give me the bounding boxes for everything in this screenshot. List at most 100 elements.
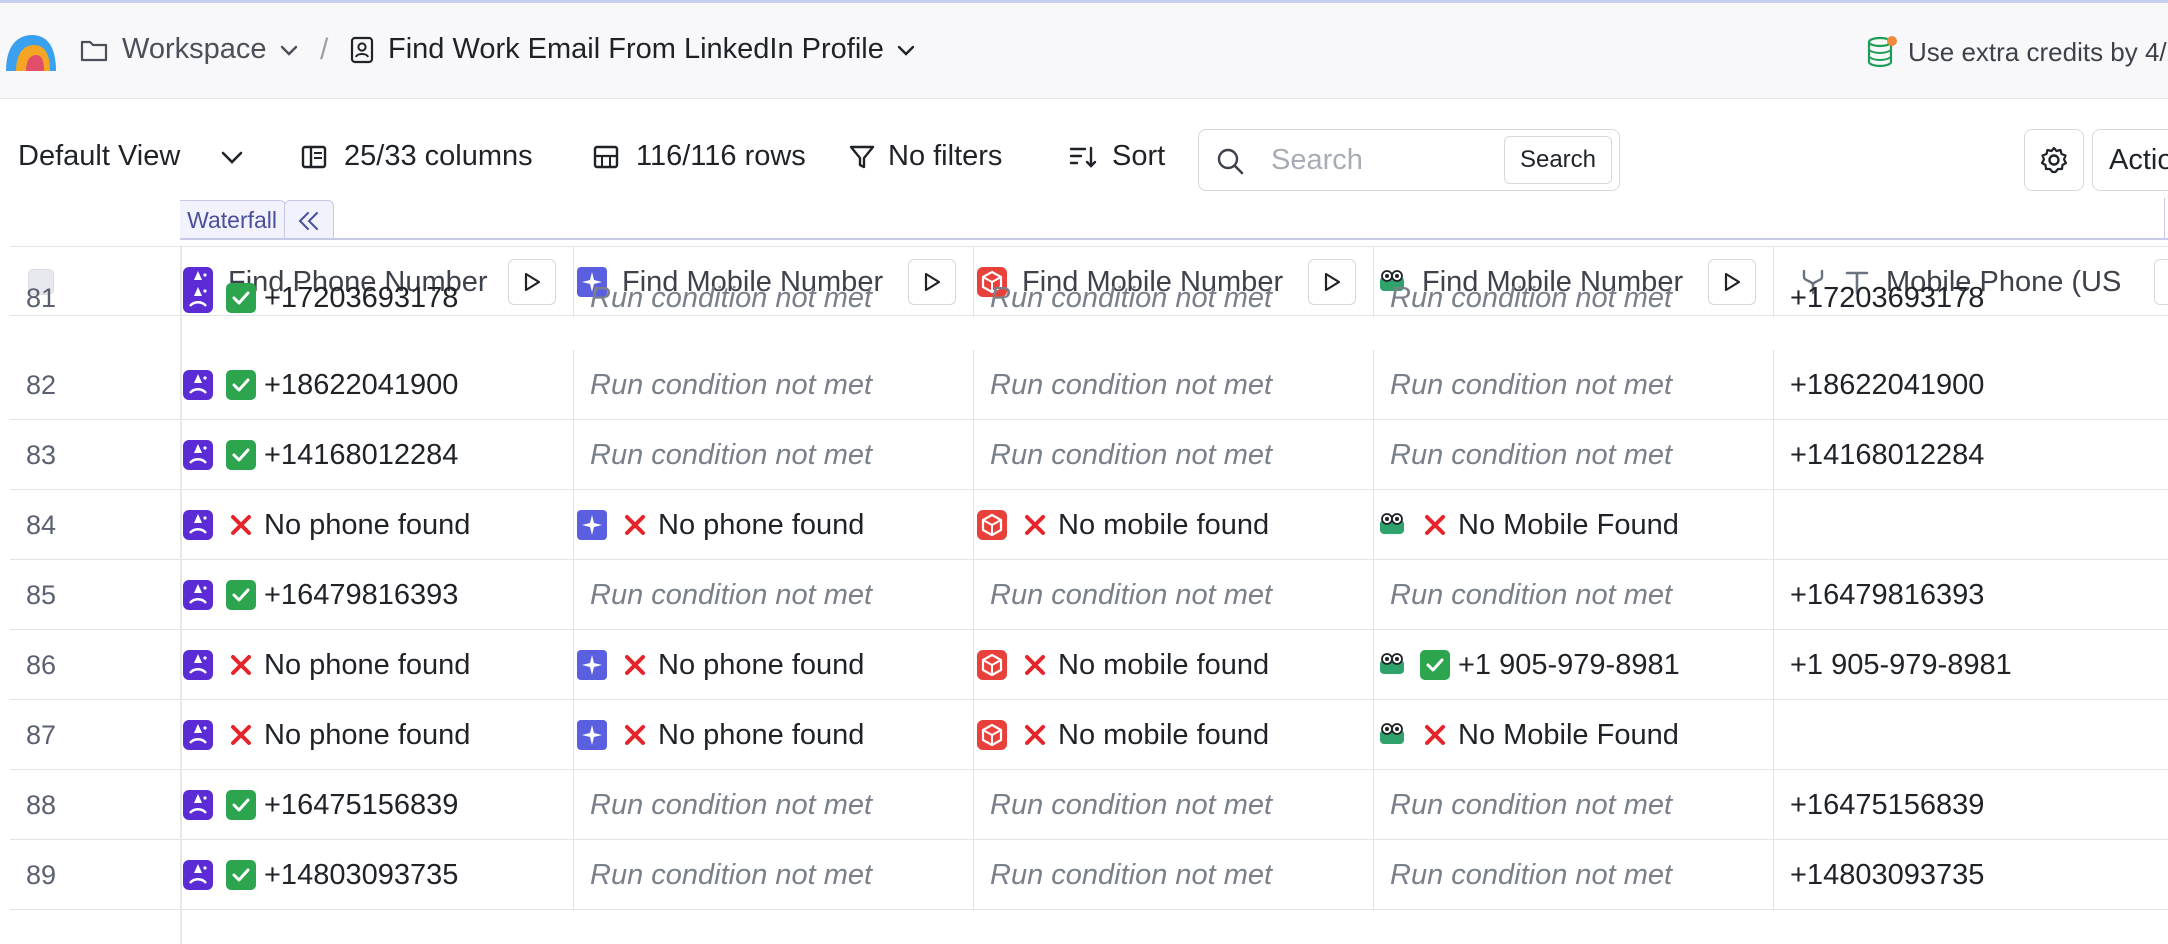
breadcrumb-separator: / <box>320 33 329 66</box>
cell-run-condition[interactable]: Run condition not met <box>974 840 1374 910</box>
check-icon <box>226 860 256 890</box>
table-row[interactable]: 89 +14803093735 Run condition not met Run … <box>10 840 2168 910</box>
cell-enrichment[interactable]: No phone found <box>180 490 574 560</box>
cell-mobile-phone[interactable] <box>1774 490 2168 560</box>
cell-enrichment[interactable]: +14168012284 <box>180 420 574 490</box>
wizard-icon <box>183 580 213 610</box>
cell-mobile-phone[interactable]: +14168012284 <box>1774 420 2168 490</box>
cell-run-condition[interactable]: Run condition not met <box>574 560 974 630</box>
cell-mobile-phone[interactable]: +16479816393 <box>1774 560 2168 630</box>
cell-enrichment[interactable]: +16479816393 <box>180 560 574 630</box>
cell-muted-text: Run condition not met <box>990 368 1273 401</box>
actions-button[interactable]: Actio <box>2092 129 2168 191</box>
cell-enrichment[interactable]: +14803093735 <box>180 840 574 910</box>
chevron-down-icon <box>221 151 243 164</box>
cell-enrichment[interactable]: No phone found <box>574 700 974 770</box>
cell-mobile-phone[interactable]: +14803093735 <box>1774 840 2168 910</box>
cell-enrichment[interactable]: No mobile found <box>974 490 1374 560</box>
columns-count: 25/33 columns <box>344 140 533 172</box>
cell-value: No phone found <box>658 648 865 681</box>
cube-icon <box>977 720 1007 750</box>
cell-enrichment[interactable]: +1 905-979-8981 <box>1374 630 1774 700</box>
cell-enrichment[interactable]: No Mobile Found <box>1374 700 1774 770</box>
search-button[interactable]: Search <box>1504 136 1612 184</box>
cell-run-condition[interactable]: Run condition not met <box>1374 420 1774 490</box>
wizard-icon <box>183 283 213 313</box>
cell-run-condition[interactable]: Run condition not met <box>974 560 1374 630</box>
top-bar: Workspace / Find Work Email From LinkedI… <box>0 3 2168 99</box>
cell-value: +18622041900 <box>1790 368 1985 401</box>
table-row[interactable]: 84 No phone found No phone found No mobi… <box>10 490 2168 560</box>
robot-icon <box>1380 513 1404 534</box>
rows-count: 116/116 rows <box>636 140 806 172</box>
cell-run-condition[interactable]: Run condition not met <box>574 770 974 840</box>
sort-button[interactable]: Sort <box>1068 140 1165 173</box>
breadcrumb-table[interactable]: Find Work Email From LinkedIn Profile <box>350 33 916 66</box>
table-row[interactable]: 81 +17203693178 Run condition not met Run … <box>10 280 2168 316</box>
cell-run-condition[interactable]: Run condition not met <box>574 280 974 316</box>
cell-run-condition[interactable]: Run condition not met <box>574 840 974 910</box>
table-row[interactable]: 83 +14168012284 Run condition not met Run … <box>10 420 2168 490</box>
columns-button[interactable]: 25/33 columns <box>300 140 533 173</box>
app-logo <box>6 35 56 71</box>
wizard-icon <box>183 370 213 400</box>
chevrons-left-icon <box>298 211 318 230</box>
cell-enrichment[interactable]: No phone found <box>180 630 574 700</box>
cell-enrichment[interactable]: +16475156839 <box>180 770 574 840</box>
wizard-icon <box>183 720 213 750</box>
cell-mobile-phone[interactable]: +16475156839 <box>1774 770 2168 840</box>
cell-enrichment[interactable]: +17203693178 <box>180 280 574 316</box>
folder-icon <box>80 40 108 61</box>
cell-enrichment[interactable]: No Mobile Found <box>1374 490 1774 560</box>
cell-enrichment[interactable]: No phone found <box>180 700 574 770</box>
cell-run-condition[interactable]: Run condition not met <box>974 770 1374 840</box>
cell-value: +1 905-979-8981 <box>1458 648 1680 681</box>
cell-value: +1 905-979-8981 <box>1790 648 2012 681</box>
cell-run-condition[interactable]: Run condition not met <box>574 350 974 420</box>
search-input[interactable] <box>1271 142 1491 178</box>
cell-mobile-phone[interactable] <box>1774 700 2168 770</box>
settings-button[interactable] <box>2024 129 2084 191</box>
cell-value: No phone found <box>658 508 865 541</box>
cell-value: No phone found <box>264 648 471 681</box>
cell-run-condition[interactable]: Run condition not met <box>1374 560 1774 630</box>
cell-enrichment[interactable]: No mobile found <box>974 700 1374 770</box>
cell-run-condition[interactable]: Run condition not met <box>1374 350 1774 420</box>
cell-enrichment[interactable]: No mobile found <box>974 630 1374 700</box>
cell-run-condition[interactable]: Run condition not met <box>974 420 1374 490</box>
cell-run-condition[interactable]: Run condition not met <box>974 350 1374 420</box>
breadcrumb-workspace[interactable]: Workspace <box>80 33 299 66</box>
cell-value: +16479816393 <box>264 578 459 611</box>
view-selector[interactable]: Default View <box>18 140 244 173</box>
cell-enrichment[interactable]: No phone found <box>574 630 974 700</box>
table-row[interactable]: 82 +18622041900 Run condition not met Run … <box>10 350 2168 420</box>
check-icon <box>226 790 256 820</box>
cell-mobile-phone[interactable]: +1 905-979-8981 <box>1774 630 2168 700</box>
cell-enrichment[interactable]: +18622041900 <box>180 350 574 420</box>
cell-mobile-phone[interactable]: +18622041900 <box>1774 350 2168 420</box>
cell-mobile-phone[interactable]: +17203693178 <box>1774 280 2168 316</box>
table-row[interactable]: 88 +16475156839 Run condition not met Run … <box>10 770 2168 840</box>
filters-button[interactable]: No filters <box>848 140 1002 173</box>
collapse-group-button[interactable] <box>284 200 334 240</box>
cell-run-condition[interactable]: Run condition not met <box>1374 840 1774 910</box>
cell-value: +14803093735 <box>264 858 459 891</box>
cell-run-condition[interactable]: Run condition not met <box>974 280 1374 316</box>
gear-icon <box>2040 146 2068 174</box>
check-icon <box>226 440 256 470</box>
cell-run-condition[interactable]: Run condition not met <box>574 420 974 490</box>
cell-run-condition[interactable]: Run condition not met <box>1374 280 1774 316</box>
row-number: 85 <box>26 579 57 610</box>
table-row[interactable]: 85 +16479816393 Run condition not met Run … <box>10 560 2168 630</box>
cell-run-condition[interactable]: Run condition not met <box>1374 770 1774 840</box>
cell-enrichment[interactable]: No phone found <box>574 490 974 560</box>
cell-value: +16479816393 <box>1790 578 1985 611</box>
rows-button[interactable]: 116/116 rows <box>592 140 806 173</box>
check-icon <box>226 283 256 313</box>
waterfall-group-label[interactable]: Waterfall <box>180 200 286 240</box>
table-row[interactable]: 87 No phone found No phone found No mobi… <box>10 700 2168 770</box>
extra-credits-notice[interactable]: Use extra credits by 4/2 <box>1866 35 2168 69</box>
row-number: 82 <box>26 369 57 400</box>
sort-label: Sort <box>1112 140 1166 172</box>
table-row[interactable]: 86 No phone found No phone found No mobi… <box>10 630 2168 700</box>
